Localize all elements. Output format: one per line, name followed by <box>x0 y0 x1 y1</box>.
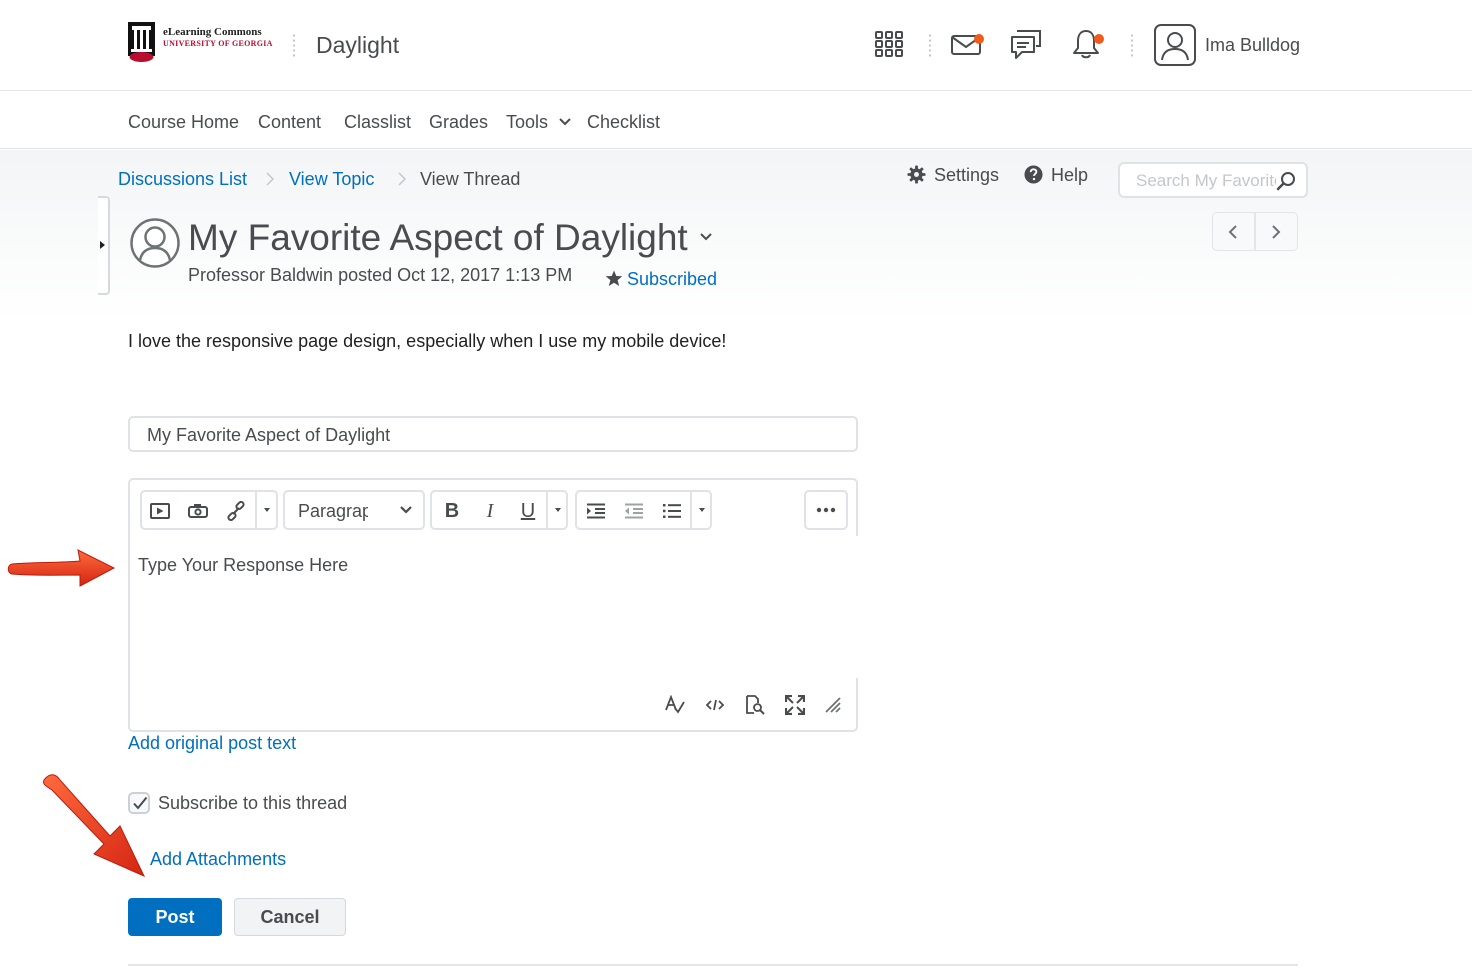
bold-button[interactable]: B <box>441 501 463 521</box>
logo-text-line1: eLearning Commons <box>163 26 262 38</box>
preview-icon[interactable] <box>744 694 766 716</box>
subscribed-link[interactable]: Subscribed <box>605 269 717 290</box>
chevron-left-icon <box>1228 225 1237 239</box>
breadcrumb-chevron-icon <box>398 172 406 186</box>
underline-button[interactable]: U <box>517 501 539 521</box>
subscribe-label[interactable]: Subscribe to this thread <box>158 793 347 814</box>
bell-icon[interactable] <box>1068 26 1104 62</box>
header-divider <box>1131 33 1133 59</box>
org-name[interactable]: Daylight <box>316 32 399 59</box>
chevron-down-icon <box>400 506 412 514</box>
format-select[interactable]: Paragraph <box>283 490 425 530</box>
toolbar-split <box>690 492 692 528</box>
user-avatar[interactable] <box>1154 24 1196 66</box>
search-input[interactable] <box>1136 170 1276 192</box>
breadcrumb-view-thread: View Thread <box>420 169 521 189</box>
reply-subject-field <box>128 416 858 452</box>
post-button[interactable]: Post <box>128 898 222 936</box>
search-icon[interactable] <box>1276 171 1296 191</box>
style-more-dropdown-icon[interactable] <box>555 508 561 512</box>
help-icon <box>1024 165 1043 184</box>
search-favorites <box>1118 162 1308 198</box>
discussion-reply-page: eLearning Commons UNIVERSITY OF GEORGIA … <box>0 0 1472 968</box>
toolbar-style-group: B I U <box>430 490 568 530</box>
outdent-icon[interactable] <box>623 501 645 521</box>
subscribed-label: Subscribed <box>627 269 718 289</box>
list-more-dropdown-icon[interactable] <box>699 508 705 512</box>
more-actions-button[interactable] <box>804 490 848 530</box>
course-navbar: Course Home Content Classlist Grades Too… <box>0 92 1472 149</box>
side-panel-toggle[interactable] <box>98 196 110 295</box>
post-title: My Favorite Aspect of Daylight <box>188 217 688 258</box>
breadcrumb-chevron-icon <box>266 172 274 186</box>
insert-video-icon[interactable] <box>149 501 171 521</box>
toolbar-split <box>255 492 257 528</box>
org-logo[interactable]: eLearning Commons UNIVERSITY OF GEORGIA <box>128 22 278 64</box>
user-icon <box>1161 32 1189 61</box>
settings-label: Settings <box>934 165 1000 185</box>
page-bottom-divider <box>128 964 1298 966</box>
header-divider <box>293 33 295 59</box>
nav-item-checklist[interactable]: Checklist <box>587 112 660 133</box>
gear-icon <box>907 165 926 184</box>
nav-item-content[interactable]: Content <box>258 112 321 133</box>
bell-notification-dot <box>1094 34 1104 44</box>
annotation-arrow-icon <box>7 549 116 587</box>
mail-icon[interactable] <box>948 26 984 62</box>
user-name[interactable]: Ima Bulldog <box>1205 35 1300 56</box>
add-original-post-text-link[interactable]: Add original post text <box>128 733 296 754</box>
post-meta: Professor Baldwin posted Oct 12, 2017 1:… <box>188 265 573 285</box>
toolbar-split <box>546 492 548 528</box>
uga-logo-icon <box>128 22 155 62</box>
insert-more-dropdown-icon[interactable] <box>264 508 270 512</box>
help-label: Help <box>1051 165 1089 185</box>
chevron-down-icon <box>559 118 571 126</box>
logo-text-line2: UNIVERSITY OF GEORGIA <box>163 39 273 48</box>
source-code-icon[interactable] <box>704 694 726 716</box>
breadcrumb-discussions-list[interactable]: Discussions List <box>118 169 247 190</box>
insert-link-icon[interactable] <box>225 501 247 521</box>
caret-right-icon <box>100 241 105 249</box>
subject-input[interactable] <box>147 423 837 447</box>
add-attachments-link[interactable]: Add Attachments <box>150 849 286 870</box>
title-menu-chevron-icon[interactable] <box>699 232 713 242</box>
star-icon <box>605 270 623 286</box>
nav-item-course-home[interactable]: Course Home <box>128 112 239 133</box>
help-button[interactable]: Help <box>1024 165 1088 186</box>
resize-handle-icon[interactable] <box>822 694 844 716</box>
response-placeholder[interactable]: Type Your Response Here <box>138 555 348 576</box>
nav-item-classlist[interactable]: Classlist <box>344 112 411 133</box>
author-avatar-icon <box>130 218 180 268</box>
cancel-button[interactable]: Cancel <box>234 898 346 936</box>
editor-edge-gap <box>855 536 861 678</box>
toolbar-list-group <box>575 490 712 530</box>
chat-icon[interactable] <box>1008 26 1044 62</box>
insert-image-icon[interactable] <box>187 501 209 521</box>
bullet-list-icon[interactable] <box>661 501 683 521</box>
settings-button[interactable]: Settings <box>907 165 999 186</box>
fullscreen-icon[interactable] <box>784 694 806 716</box>
next-thread-button[interactable] <box>1255 212 1298 251</box>
top-header: eLearning Commons UNIVERSITY OF GEORGIA … <box>0 0 1472 91</box>
chevron-right-icon <box>1272 225 1281 239</box>
spellcheck-icon[interactable] <box>664 694 686 716</box>
annotation-arrow-icon <box>43 774 146 878</box>
post-body: I love the responsive page design, espec… <box>128 331 727 351</box>
more-icon <box>816 507 836 513</box>
toolbar-insert-group <box>140 490 278 530</box>
nav-item-tools-label: Tools <box>506 112 549 132</box>
italic-button[interactable]: I <box>479 501 501 521</box>
previous-thread-button[interactable] <box>1212 212 1255 251</box>
indent-icon[interactable] <box>585 501 607 521</box>
nav-item-tools[interactable]: Tools <box>506 112 571 133</box>
grid-icon[interactable] <box>871 26 907 62</box>
nav-item-grades[interactable]: Grades <box>429 112 488 133</box>
format-select-value: Paragraph <box>298 501 368 521</box>
breadcrumb-view-topic[interactable]: View Topic <box>289 169 374 190</box>
mail-notification-dot <box>974 34 984 44</box>
header-divider <box>929 33 931 59</box>
